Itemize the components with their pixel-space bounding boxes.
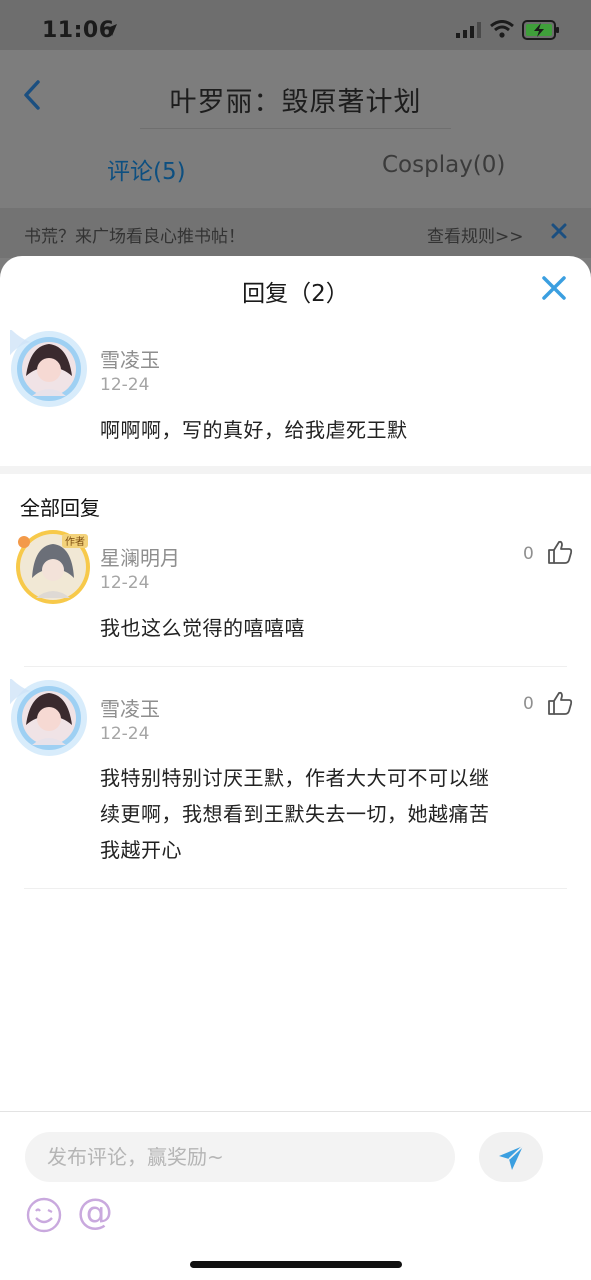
- signal-icon: [456, 22, 482, 42]
- comment-input[interactable]: [25, 1132, 455, 1182]
- status-bar: 11:06: [0, 0, 591, 50]
- close-icon[interactable]: [540, 274, 568, 306]
- avatar[interactable]: [10, 330, 88, 408]
- author-badge: 作者: [65, 536, 85, 548]
- location-arrow-icon: [104, 22, 118, 41]
- mention-button[interactable]: @: [77, 1192, 113, 1233]
- section-separator: [0, 466, 591, 474]
- reply-date: 12-24: [100, 724, 150, 744]
- row-divider: [24, 666, 567, 667]
- reply-text-line: 我特别特别讨厌王默，作者大大可不可以继: [100, 766, 490, 790]
- reply-author[interactable]: 星澜明月: [100, 542, 180, 571]
- row-divider: [24, 888, 567, 889]
- reply-author[interactable]: 雪凌玉: [100, 693, 160, 722]
- like-count: 0: [523, 544, 534, 564]
- reply-text: 我也这么觉得的嘻嘻嘻: [100, 616, 305, 640]
- all-replies-heading: 全部回复: [20, 496, 100, 520]
- avatar[interactable]: [10, 679, 88, 757]
- reply-text: 我特别特别讨厌王默，作者大大可不可以继 续更啊，我想看到王默失去一切，她越痛苦 …: [100, 760, 570, 868]
- sheet-title: 回复（2）: [242, 281, 349, 307]
- comment-input-bar: @: [0, 1111, 591, 1280]
- avatar[interactable]: 作者: [14, 528, 92, 606]
- view-rules-link[interactable]: 查看规则>>: [427, 222, 524, 247]
- page-title: 叶罗丽：毁原著计划: [169, 87, 422, 118]
- background-page: 叶罗丽：毁原著计划 评论(5) Cosplay(0) 书荒？来广场看良心推书帖！…: [0, 50, 591, 280]
- wifi-icon: [490, 20, 514, 42]
- tab-cosplay[interactable]: Cosplay(0): [382, 152, 505, 178]
- title-divider: [140, 128, 451, 129]
- send-button[interactable]: [479, 1132, 543, 1182]
- thumbs-up-icon[interactable]: [547, 690, 573, 720]
- thumbs-up-icon[interactable]: [547, 539, 573, 569]
- comment-date: 12-24: [100, 375, 150, 395]
- reply-text-line: 我越开心: [100, 838, 182, 862]
- reply-text-line: 续更啊，我想看到王默失去一切，她越痛苦: [100, 802, 490, 826]
- promo-banner-text[interactable]: 书荒？来广场看良心推书帖！: [24, 222, 245, 247]
- home-indicator: [190, 1261, 402, 1268]
- comment-text: 啊啊啊，写的真好，给我虐死王默: [100, 418, 408, 442]
- like-count: 0: [523, 694, 534, 714]
- promo-banner: 书荒？来广场看良心推书帖！ 查看规则>>: [0, 208, 591, 258]
- battery-charging-icon: [522, 20, 560, 44]
- banner-close-icon[interactable]: [551, 223, 567, 243]
- send-icon: [499, 1145, 524, 1170]
- emoji-icon[interactable]: [25, 1196, 63, 1238]
- comment-author[interactable]: 雪凌玉: [100, 344, 160, 373]
- tab-comments[interactable]: 评论(5): [107, 152, 186, 186]
- reply-date: 12-24: [100, 573, 150, 593]
